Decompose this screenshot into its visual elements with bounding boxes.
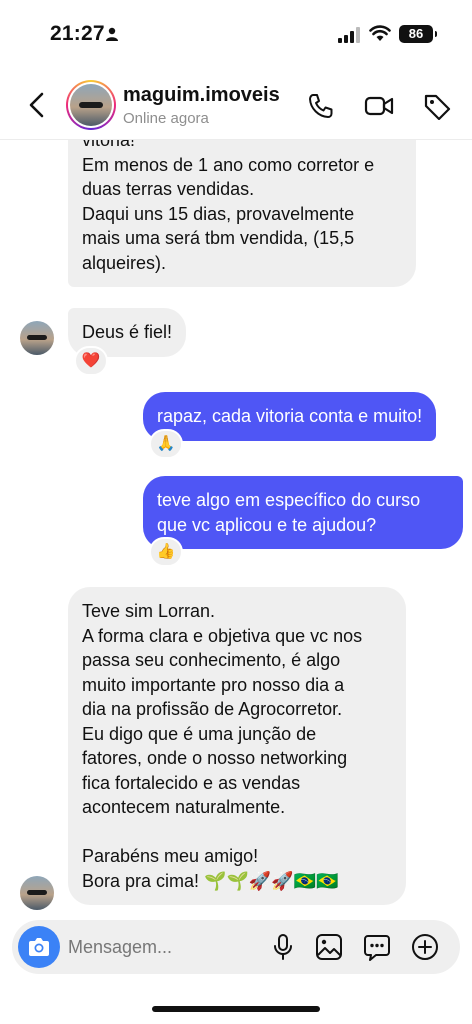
message-line: Em menos de 1 ano como corretor e — [82, 154, 375, 175]
contact-avatar-small[interactable] — [20, 876, 54, 910]
status-time: 21:27 — [50, 22, 105, 45]
incoming-message[interactable]: Teve sim Lorran. A forma clara e objetiv… — [68, 587, 406, 905]
message-line: Bora pra cima! 🌱🌱🚀🚀🇧🇷🇧🇷 — [82, 870, 339, 891]
message-line: A forma clara e objetiva que vc nos — [82, 625, 363, 646]
heart-reaction[interactable]: ❤️ — [74, 346, 108, 376]
message-line: dia na profissão de Agrocorretor. — [82, 699, 343, 719]
thumbs-up-reaction[interactable]: 👍 — [149, 537, 183, 567]
contact-avatar-small[interactable] — [20, 321, 54, 355]
message-line: Teve sim Lorran. — [82, 601, 216, 621]
message-line: fatores, onde o nosso networking — [82, 748, 348, 768]
contact-online-status: Online agora — [123, 110, 209, 127]
message-line: duas terras vendidas. — [82, 179, 255, 199]
message-input[interactable] — [68, 935, 258, 959]
message-line: rapaz, cada vitoria conta e muito! — [157, 406, 423, 426]
message-line: que vc aplicou e te ajudou? — [157, 514, 377, 535]
message-line-blank — [82, 820, 392, 845]
message-line: alqueires). — [82, 252, 167, 273]
message-line: Deus é fiel! — [82, 322, 173, 342]
message-line: mais uma será tbm vendida, (15,5 — [82, 228, 355, 248]
message-line: fica fortalecido e as vendas — [82, 772, 301, 793]
message-line: passa seu conhecimento, é algo — [82, 650, 341, 670]
message-line: muito importante pro nosso dia a — [82, 674, 345, 695]
outgoing-message[interactable]: teve algo em específico do curso que vc … — [143, 476, 463, 549]
avatar-photo — [70, 84, 112, 126]
contact-avatar[interactable] — [66, 80, 116, 130]
pray-reaction[interactable]: 🙏 — [149, 429, 183, 459]
message-line: Daqui uns 15 dias, provavelmente — [82, 203, 355, 224]
outgoing-message[interactable]: rapaz, cada vitoria conta e muito! — [143, 392, 437, 441]
message-line: Eu digo que é uma junção de — [82, 723, 317, 744]
contact-name[interactable]: maguim.imoveis — [123, 84, 280, 107]
message-line: Parabéns meu amigo! — [82, 846, 259, 866]
sticker-icon[interactable] — [362, 932, 392, 962]
tag-icon[interactable] — [422, 92, 452, 120]
home-indicator[interactable] — [152, 1006, 320, 1012]
battery-indicator: 86 — [399, 25, 437, 43]
microphone-icon[interactable] — [268, 932, 298, 962]
message-composer — [12, 920, 460, 974]
message-list[interactable]: vitória! Em menos de 1 ano como corretor… — [0, 70, 472, 920]
message-line: acontecem naturalmente. — [82, 797, 286, 817]
phone-call-icon[interactable] — [306, 92, 336, 120]
cellular-signal-icon — [338, 27, 360, 43]
chat-header: maguim.imoveis Online agora — [0, 70, 472, 140]
camera-button[interactable] — [18, 926, 60, 968]
person-icon — [106, 27, 118, 41]
gallery-icon[interactable] — [314, 932, 344, 962]
wifi-icon — [369, 25, 391, 41]
camera-icon — [29, 938, 49, 956]
back-arrow-icon[interactable] — [24, 90, 52, 120]
status-bar: 21:27 86 — [0, 0, 472, 70]
plus-circle-icon[interactable] — [410, 932, 440, 962]
message-line: teve algo em específico do curso — [157, 490, 421, 510]
video-call-icon[interactable] — [364, 92, 394, 120]
